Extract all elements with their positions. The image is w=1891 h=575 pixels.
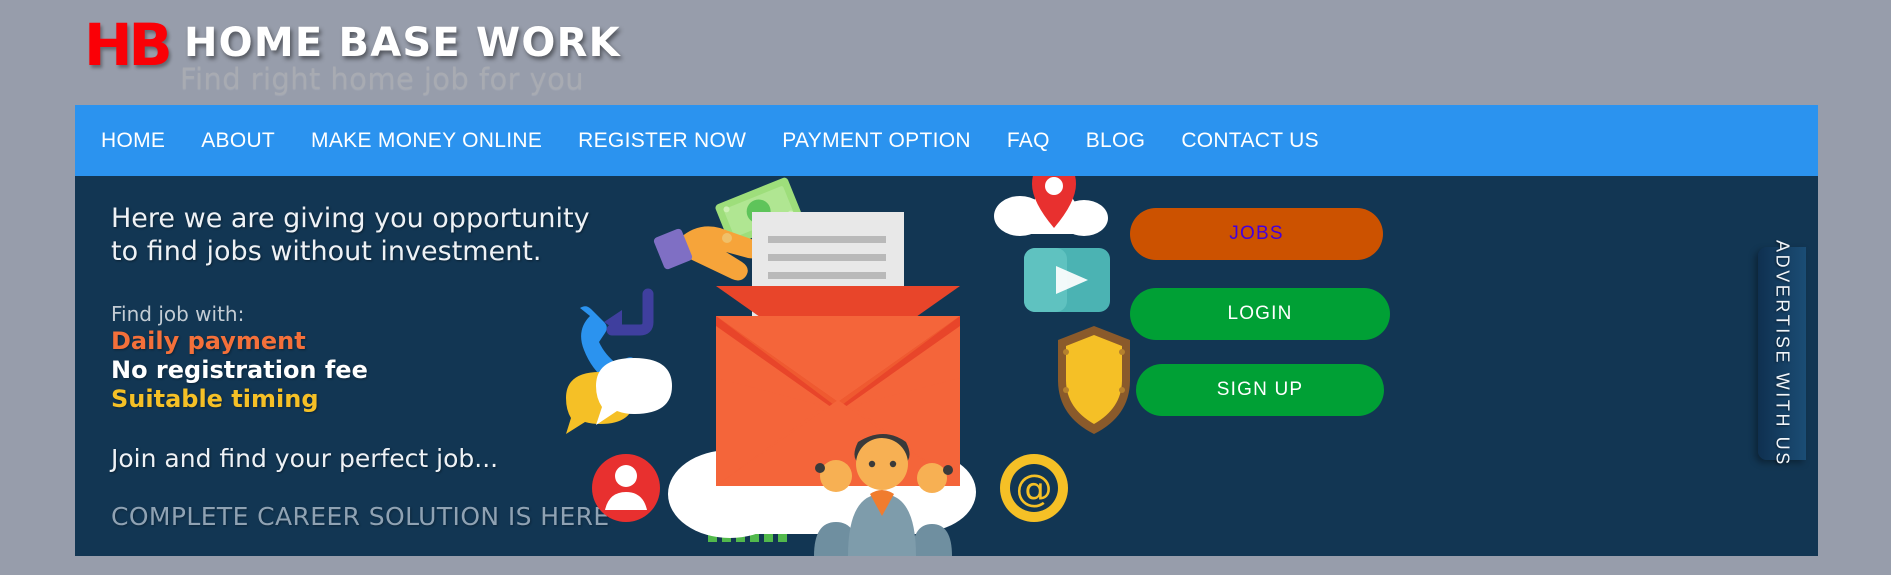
logo-mark: HB xyxy=(84,11,173,79)
main-navigation: HOME ABOUT MAKE MONEY ONLINE REGISTER NO… xyxy=(75,105,1818,176)
hero-cta-group: JOBS LOGIN SIGN UP xyxy=(1130,208,1390,416)
logo-tagline: Find right home job for you xyxy=(180,62,585,96)
chat-bubbles-icon xyxy=(566,358,672,434)
advertise-with-us-tab[interactable]: ADVERTISE WITH US xyxy=(1758,240,1806,467)
signup-button[interactable]: SIGN UP xyxy=(1136,364,1384,416)
hero-illustration: @ xyxy=(530,176,1130,556)
hero-banner: Here we are giving you opportunity to fi… xyxy=(75,176,1818,556)
jobs-button[interactable]: JOBS xyxy=(1130,208,1383,260)
nav-item-payment-option[interactable]: PAYMENT OPTION xyxy=(764,105,989,176)
envelope-icon xyxy=(716,286,960,486)
advertise-with-us-label: ADVERTISE WITH US xyxy=(1772,240,1793,467)
svg-text:@: @ xyxy=(1016,467,1053,510)
page-root: HB HOME BASE WORK Find right home job fo… xyxy=(0,0,1891,575)
site-header: HB HOME BASE WORK Find right home job fo… xyxy=(0,0,1891,105)
logo-title: HOME BASE WORK xyxy=(184,20,621,66)
at-symbol-icon: @ xyxy=(1000,454,1068,522)
user-avatar-icon xyxy=(592,454,660,522)
shield-icon xyxy=(1058,326,1130,434)
play-button-icon xyxy=(1024,248,1110,312)
nav-item-home[interactable]: HOME xyxy=(75,105,183,176)
nav-item-about[interactable]: ABOUT xyxy=(183,105,293,176)
nav-item-make-money-online[interactable]: MAKE MONEY ONLINE xyxy=(293,105,560,176)
login-button[interactable]: LOGIN xyxy=(1130,288,1390,340)
nav-item-contact-us[interactable]: CONTACT US xyxy=(1163,105,1337,176)
nav-item-faq[interactable]: FAQ xyxy=(989,105,1068,176)
location-pin-cloud-icon xyxy=(994,176,1108,236)
nav-item-blog[interactable]: BLOG xyxy=(1068,105,1164,176)
nav-item-register-now[interactable]: REGISTER NOW xyxy=(560,105,764,176)
